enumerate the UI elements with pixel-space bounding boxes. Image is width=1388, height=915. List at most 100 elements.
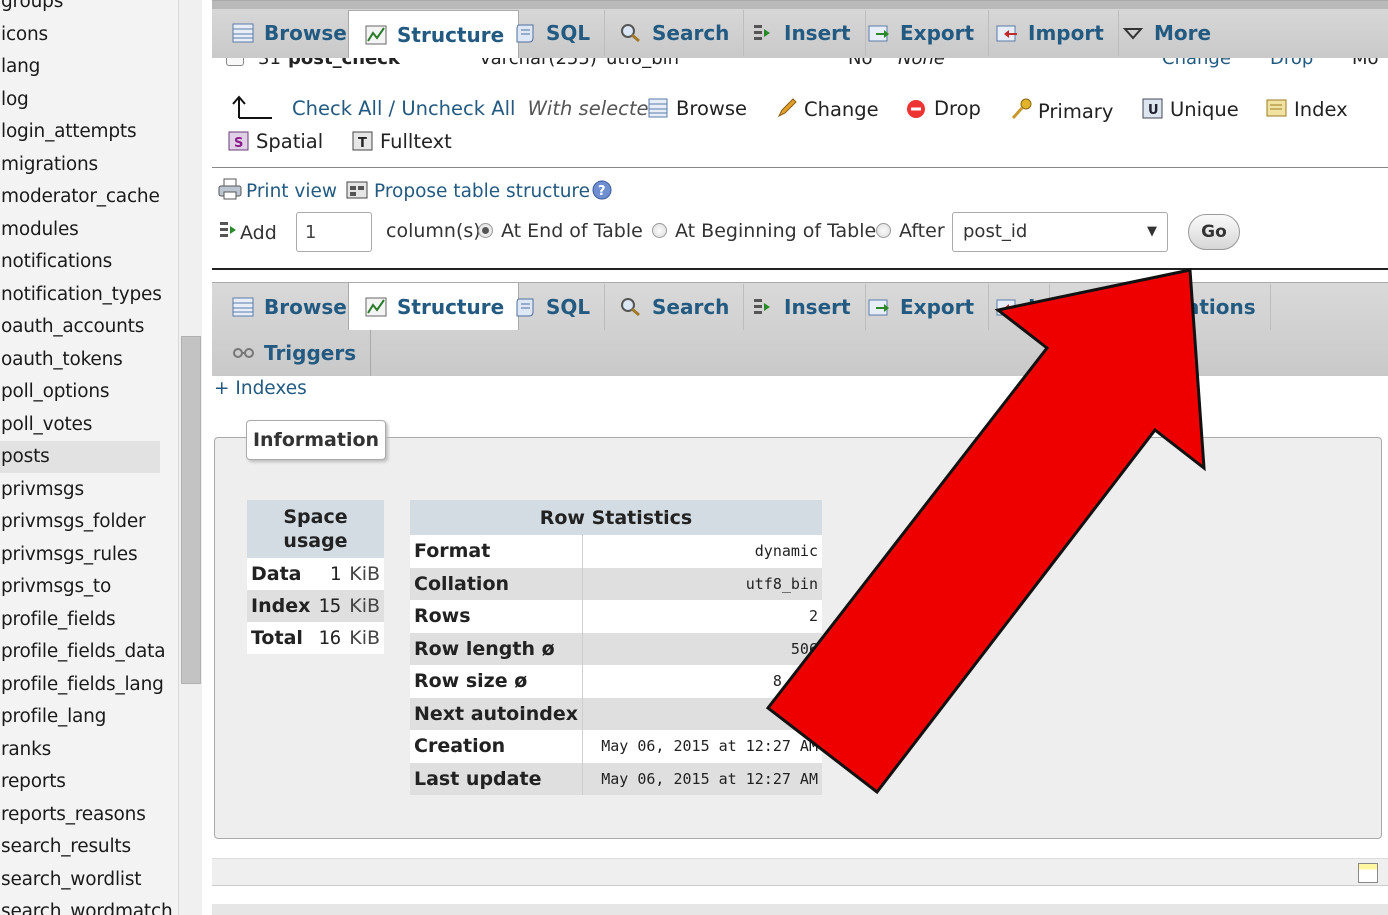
after-radio[interactable] <box>876 223 891 238</box>
bulk-action-label: Drop <box>934 97 981 120</box>
insert-icon <box>218 220 238 240</box>
sidebar-item-migrations[interactable]: migrations <box>0 149 160 181</box>
sidebar-item-log[interactable]: log <box>0 84 160 116</box>
sidebar-item-poll-votes[interactable]: poll_votes <box>0 409 160 441</box>
bulk-spatial[interactable]: S Spatial <box>228 129 323 153</box>
tab-browse[interactable]: Browse <box>216 10 362 56</box>
indexes-toggle[interactable]: + Indexes <box>214 378 307 399</box>
at-beginning-radio[interactable] <box>652 223 667 238</box>
sidebar-item-oauth-tokens[interactable]: oauth_tokens <box>0 344 160 376</box>
bulk-drop[interactable]: Drop <box>906 97 981 120</box>
row-statistics-row: Row size ø 8,184 <box>410 665 822 698</box>
sidebar-item-reports[interactable]: reports <box>0 766 160 798</box>
navigation-sidebar: groups icons lang log login_attempts migratio… <box>0 0 178 915</box>
sidebar-item-privmsgs-rules[interactable]: privmsgs_rules <box>0 539 160 571</box>
sidebar-item-login-attempts[interactable]: login_attempts <box>0 116 160 148</box>
row-statistics-row: Format dynamic <box>410 535 822 568</box>
divider <box>212 268 1388 270</box>
svg-text:U: U <box>1148 103 1159 118</box>
column-count-input[interactable] <box>296 212 372 252</box>
bulk-change[interactable]: Change <box>776 97 879 121</box>
tab-export[interactable]: Export <box>852 10 990 56</box>
sidebar-item-profile-fields-lang[interactable]: profile_fields_lang <box>0 669 164 701</box>
help-icon[interactable]: ? <box>592 180 612 205</box>
sidebar-item-notifications[interactable]: notifications <box>0 246 160 278</box>
row-statistics-value: 506 <box>582 632 822 665</box>
after-option[interactable]: After <box>876 220 945 242</box>
bulk-unique[interactable]: U Unique <box>1142 97 1239 121</box>
row-statistics-value: May 06, 2015 at 12:27 AM <box>582 762 822 795</box>
tab-insert[interactable]: Insert <box>736 284 866 330</box>
propose-structure-link[interactable]: Propose table structure ? <box>346 178 612 202</box>
sidebar-scrollbar[interactable] <box>178 0 202 915</box>
sidebar-item-lang[interactable]: lang <box>0 51 160 83</box>
tab-sql[interactable]: SQL <box>498 10 606 56</box>
tab-sql[interactable]: SQL <box>498 284 606 330</box>
drop-label: Drop <box>1270 58 1314 69</box>
sidebar-item-modules[interactable]: modules <box>0 214 160 246</box>
sidebar-item-ranks[interactable]: ranks <box>0 734 160 766</box>
go-button[interactable]: Go <box>1188 214 1240 250</box>
sidebar-item-reports-reasons[interactable]: reports_reasons <box>0 799 160 831</box>
more-dropdown[interactable]: Mo <box>1352 58 1379 69</box>
sidebar-item-poll-options[interactable]: poll_options <box>0 376 160 408</box>
sidebar-item-search-wordlist[interactable]: search_wordlist <box>0 864 160 896</box>
at-end-option[interactable]: At End of Table <box>478 220 643 242</box>
at-end-radio[interactable] <box>478 223 493 238</box>
sidebar-item-oauth-accounts[interactable]: oauth_accounts <box>0 311 160 343</box>
space-usage-value: 16 <box>314 622 346 654</box>
tab-triggers[interactable]: Triggers <box>216 330 372 376</box>
tab-structure[interactable]: Structure <box>348 282 520 330</box>
note-icon[interactable] <box>1358 863 1378 883</box>
at-beginning-option[interactable]: At Beginning of Table <box>652 220 876 242</box>
sidebar-item-icons[interactable]: icons <box>0 19 160 51</box>
check-all-link[interactable]: Check All <box>292 97 382 120</box>
sidebar-item-groups[interactable]: groups <box>0 0 160 18</box>
bulk-action-label: Unique <box>1170 98 1239 121</box>
tab-operations[interactable]: rations <box>1160 284 1271 330</box>
tab-structure[interactable]: Structure <box>348 10 520 58</box>
sidebar-scroll-thumb[interactable] <box>181 336 201 684</box>
bulk-index[interactable]: Index <box>1266 97 1348 121</box>
export-icon <box>868 297 890 317</box>
tab-label: Export <box>900 295 975 319</box>
bulk-fulltext[interactable]: T Fulltext <box>352 129 452 153</box>
sql-icon <box>514 297 536 317</box>
tab-search[interactable]: Search <box>604 284 745 330</box>
sidebar-item-profile-fields[interactable]: profile_fields <box>0 604 160 636</box>
sidebar-item-notification-types[interactable]: notification_types <box>0 279 162 311</box>
insert-icon <box>752 23 774 43</box>
change-link[interactable]: Change <box>1162 58 1231 69</box>
tab-browse[interactable]: Browse <box>216 284 362 330</box>
sidebar-item-privmsgs[interactable]: privmsgs <box>0 474 160 506</box>
tab-label: Insert <box>784 295 851 319</box>
tab-import[interactable]: I <box>980 284 1051 330</box>
row-statistics-header: Row Statistics <box>410 500 822 535</box>
sidebar-item-profile-lang[interactable]: profile_lang <box>0 701 160 733</box>
print-view-link[interactable]: Print view <box>218 178 337 202</box>
sidebar-item-search-wordmatch[interactable]: search_wordmatch <box>0 896 173 915</box>
horizontal-scrollbar[interactable] <box>212 904 1388 915</box>
tab-label: SQL <box>546 21 591 45</box>
sidebar-item-posts[interactable]: posts <box>0 441 160 473</box>
sidebar-item-privmsgs-to[interactable]: privmsgs_to <box>0 571 160 603</box>
structure-icon <box>365 25 387 45</box>
column-default: None <box>898 58 945 69</box>
tab-insert[interactable]: Insert <box>736 10 866 56</box>
tab-export[interactable]: Export <box>852 284 990 330</box>
uncheck-all-link[interactable]: Uncheck All <box>401 97 515 120</box>
tab-search[interactable]: Search <box>604 10 745 56</box>
sidebar-item-search-results[interactable]: search_results <box>0 831 160 863</box>
drop-link[interactable]: Drop <box>1270 58 1313 69</box>
row-statistics-table: Row Statistics Format dynamic Collation utf… <box>410 500 822 795</box>
bulk-primary[interactable]: Primary <box>1010 97 1113 123</box>
bulk-browse[interactable]: Browse <box>648 97 747 120</box>
row-checkbox[interactable] <box>226 58 244 66</box>
tab-more[interactable]: More <box>1106 10 1225 56</box>
sidebar-item-privmsgs-folder[interactable]: privmsgs_folder <box>0 506 160 538</box>
sidebar-item-moderator-cache[interactable]: moderator_cache <box>0 181 160 213</box>
after-column-select[interactable]: post_id ▼ <box>952 212 1168 252</box>
sidebar-item-profile-fields-data[interactable]: profile_fields_data <box>0 636 166 668</box>
separator: / <box>382 97 402 120</box>
tab-import[interactable]: Import <box>980 10 1119 56</box>
